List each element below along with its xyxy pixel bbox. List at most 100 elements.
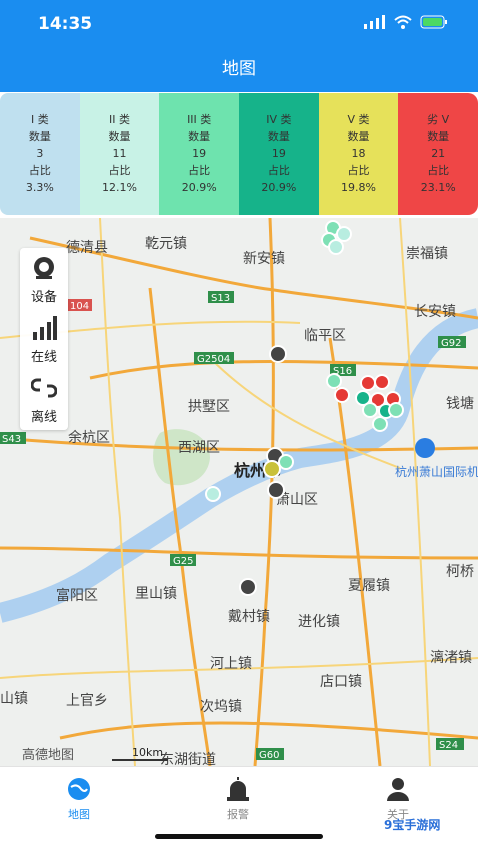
map-label: 德清县 [66, 240, 108, 256]
station-marker[interactable] [263, 460, 281, 478]
stat-ratio-label: 占比 [267, 164, 290, 177]
stat-ratio: 3.3% [25, 181, 54, 194]
map-scale: 10km [132, 746, 163, 759]
offline-label: 离线 [30, 410, 57, 425]
stat-ratio-label: 占比 [188, 164, 211, 177]
station-marker[interactable] [362, 402, 378, 418]
map-label: 店口镇 [320, 674, 362, 690]
map-label: 富阳区 [56, 587, 98, 604]
station-marker[interactable] [374, 374, 390, 390]
map-label: 河上镇 [210, 656, 252, 672]
status-time: 14:35 [38, 14, 93, 34]
lake [153, 429, 210, 486]
device-label: 设备 [30, 290, 57, 305]
station-marker[interactable] [278, 454, 294, 470]
stat-count: 19 [192, 147, 207, 160]
map-label: 拱墅区 [188, 399, 230, 415]
airport-icon [415, 438, 435, 458]
map-label: 山镇 [0, 691, 28, 707]
stat-ratio-label: 占比 [28, 164, 51, 177]
stat-card-6[interactable]: 劣 V 数量 21 占比 23.1% [398, 93, 478, 215]
globe-icon [68, 778, 90, 800]
stat-card-5[interactable]: V 类 数量 18 占比 19.8% [318, 93, 399, 215]
station-marker[interactable] [267, 481, 285, 499]
alarm-light-icon [227, 777, 249, 801]
station-markers[interactable] [205, 220, 404, 596]
stat-name: 劣 V [427, 113, 450, 126]
map-label: 杭州萧山国际机场 [395, 464, 478, 479]
stat-count: 19 [271, 147, 286, 160]
nav-title: 地图 [0, 46, 478, 92]
station-marker[interactable] [372, 416, 388, 432]
road-shield: G60 [259, 750, 279, 761]
device-filter[interactable]: 设备 [20, 248, 68, 308]
stat-count: 3 [36, 147, 44, 160]
tab-map[interactable]: 地图 [39, 777, 119, 822]
wifi-icon [394, 15, 412, 29]
station-marker[interactable] [269, 345, 287, 363]
station-marker[interactable] [334, 387, 350, 403]
tab-map-label: 地图 [68, 808, 90, 821]
tab-alarm-label: 报警 [227, 808, 249, 821]
stat-count: 21 [431, 147, 446, 160]
station-marker[interactable] [326, 373, 342, 389]
home-indicator [155, 834, 323, 839]
station-marker[interactable] [360, 375, 376, 391]
map-label: 夏履镇 [348, 578, 390, 594]
stat-ratio-label: 占比 [108, 164, 131, 177]
station-marker[interactable] [328, 239, 344, 255]
status-icons [364, 15, 448, 29]
map-label: 余杭区 [68, 429, 110, 446]
stat-count-label: 数量 [108, 130, 131, 143]
stat-name: IV 类 [266, 113, 292, 126]
signal-icon [364, 15, 385, 29]
map-label: 东湖街道 [160, 752, 216, 766]
map-label: 里山镇 [135, 586, 177, 602]
map-label: 柯桥 [446, 564, 474, 580]
tab-alarm[interactable]: 报警 [198, 777, 278, 822]
status-bar: 14:35 [0, 0, 478, 46]
station-marker[interactable] [388, 402, 404, 418]
road-shield: S13 [211, 293, 230, 304]
map-label: 戴村镇 [228, 609, 270, 625]
map-label: 进化镇 [298, 614, 340, 630]
broken-link-icon [30, 378, 58, 398]
stat-card-1[interactable]: I 类 数量 3 占比 3.3% [0, 93, 80, 215]
map-view[interactable]: 德清县 乾元镇 新安镇 崇福镇 临平区 长安镇 拱墅区 钱塘 余杭区 西湖区 杭… [0, 218, 478, 766]
map-label: 漓渚镇 [430, 649, 472, 666]
road-shield: G92 [441, 338, 461, 349]
stat-ratio: 23.1% [420, 181, 456, 194]
station-marker[interactable] [205, 486, 221, 502]
map-side-panel: 设备 在线 离线 [20, 248, 68, 430]
watermark: 9宝手游网 [384, 818, 441, 832]
road-shield: G2504 [197, 354, 230, 365]
user-icon [387, 778, 409, 801]
map-logo: 高德地图 [22, 747, 74, 763]
stat-count: 18 [351, 147, 366, 160]
stat-card-2[interactable]: II 类 数量 11 占比 12.1% [79, 93, 160, 215]
stat-card-3[interactable]: III 类 数量 19 占比 20.9% [159, 93, 240, 215]
online-label: 在线 [30, 350, 57, 365]
stat-card-4[interactable]: IV 类 数量 19 占比 20.9% [239, 93, 319, 215]
offline-filter[interactable]: 离线 [20, 368, 68, 428]
stat-count-label: 数量 [28, 130, 51, 143]
map-label: 崇福镇 [406, 246, 448, 262]
signal-bars-icon [33, 316, 57, 340]
online-filter[interactable]: 在线 [20, 308, 68, 368]
stat-count-label: 数量 [267, 130, 290, 143]
battery-icon [420, 15, 447, 29]
stat-name: I 类 [30, 113, 49, 126]
map-label: 上官乡 [66, 693, 108, 709]
stat-count: 11 [112, 147, 127, 160]
road-shield: 104 [70, 301, 89, 312]
app-screen: 14:35 地图 I 类 数量 3 占比 3.3% II 类 数量 11 占比 … [0, 0, 478, 850]
map-label: 乾元镇 [145, 236, 187, 252]
stat-ratio: 12.1% [102, 181, 137, 194]
stats-bar: I 类 数量 3 占比 3.3% II 类 数量 11 占比 12.1% III… [0, 92, 478, 216]
camera-icon [34, 257, 54, 279]
station-marker[interactable] [239, 578, 257, 596]
road-shield: S24 [439, 740, 458, 751]
station-marker[interactable] [336, 226, 352, 242]
stat-ratio-label: 占比 [347, 164, 370, 177]
stat-name: V 类 [347, 113, 370, 126]
